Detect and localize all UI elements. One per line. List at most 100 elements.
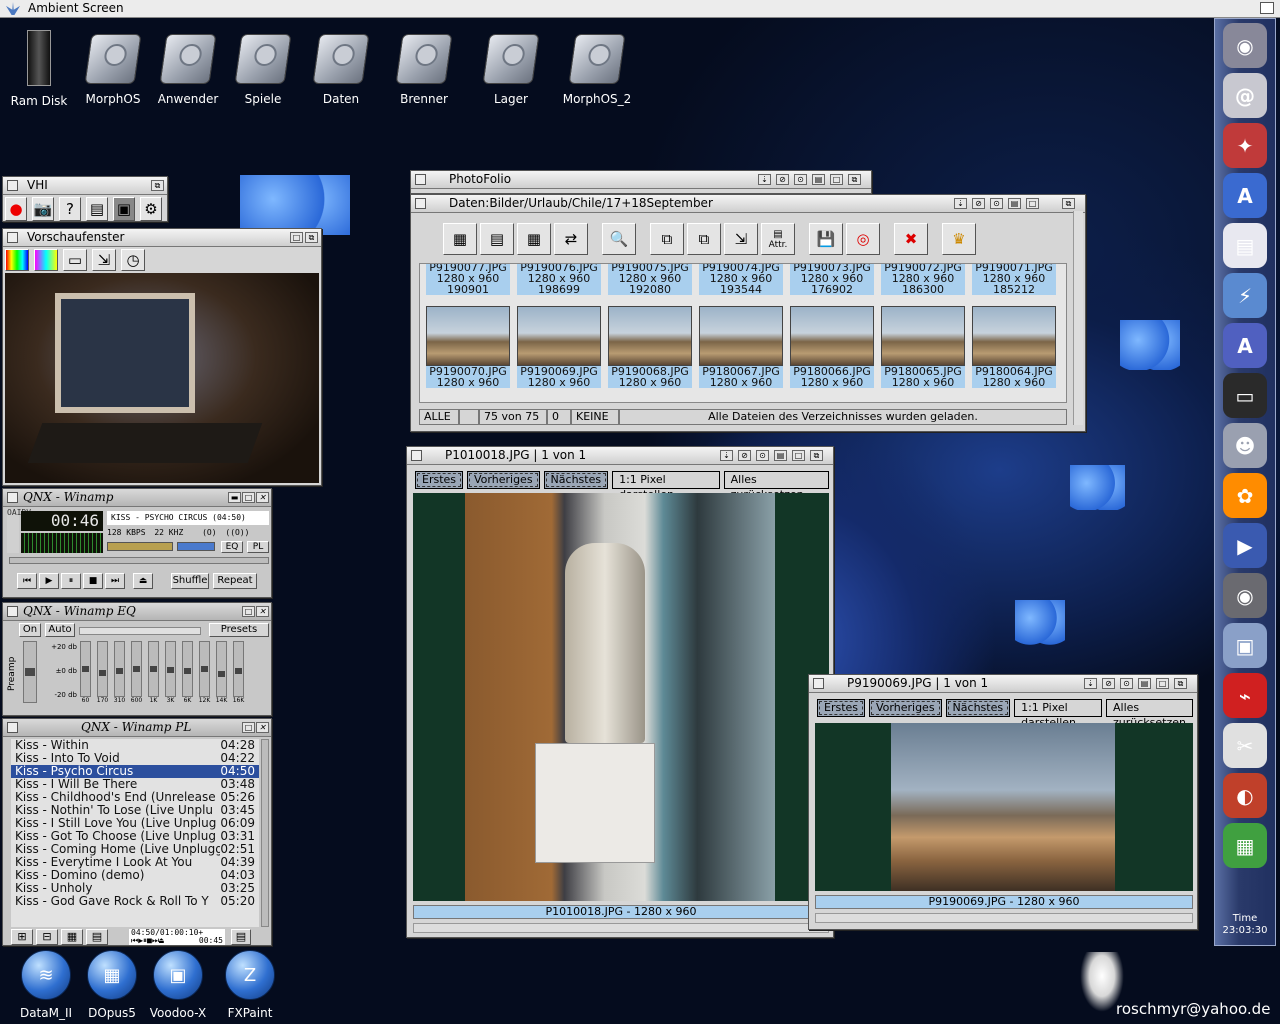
thumbnail-item[interactable]: P9180064.JPG 1280 x 960 [972, 306, 1056, 388]
photofolio-title-bar[interactable]: PhotoFolio ⇣ ⊘ ⊙ ▤ □ ⧉ [411, 171, 871, 189]
snapshot-gadget-icon[interactable]: ▤ [812, 174, 825, 185]
actual-pixels-button[interactable]: 1:1 Pixel darstellen [1014, 699, 1103, 729]
winamp-window[interactable]: QNX - Winamp ▬ □ ✕ OAIDV 00:46 KISS - PSYCH… [2, 488, 272, 598]
bottom-icon-voodoo[interactable]: ▣ Voodoo-X [142, 950, 214, 1020]
duplicate-icon[interactable]: ⧉ [687, 223, 721, 255]
eq-band[interactable]: 170 [96, 641, 109, 704]
thumbnail-item[interactable]: P9190072.JPG 1280 x 960 186300 [881, 264, 965, 295]
atc-icon[interactable]: A [1223, 173, 1267, 218]
playlist-misc-icon[interactable]: ▤ [86, 929, 108, 945]
playlist-add-icon[interactable]: ⊞ [11, 929, 33, 945]
radio-icon[interactable]: ▭ [1223, 373, 1267, 418]
preamp-slider[interactable] [23, 641, 37, 703]
iconify-icon[interactable]: ⇣ [758, 174, 771, 185]
depth-gadget[interactable]: ⧉ [305, 232, 318, 243]
eq-band-knob[interactable] [150, 666, 157, 672]
winamp-eq-title-bar[interactable]: QNX - Winamp EQ □ ✕ [3, 603, 271, 621]
winamp-eq-window[interactable]: QNX - Winamp EQ □ ✕ On Auto Presets Preamp… [2, 602, 272, 716]
first-button[interactable]: Erstes [415, 471, 464, 489]
screen-depth-icon[interactable] [1260, 2, 1274, 14]
thumbnail-item[interactable]: P9190075.JPG 1280 x 960 192080 [608, 264, 692, 295]
preview-window[interactable]: Vorschaufenster □ ⧉ ▭ ⇲ ◷ [2, 228, 322, 486]
thumbnail-item[interactable]: P9190071.JPG 1280 x 960 185212 [972, 264, 1056, 295]
bottom-icon-fxpaint[interactable]: Z FXPaint [214, 950, 286, 1020]
eq-band-slider[interactable] [182, 641, 193, 697]
eq-on-button[interactable]: On [19, 623, 41, 637]
monitor-icon[interactable]: ▭ [63, 249, 87, 271]
zoom-gadget[interactable]: □ [1156, 678, 1169, 689]
minimize-gadget[interactable]: ▬ [228, 492, 241, 503]
eq-presets-button[interactable]: Presets [209, 623, 269, 637]
thumbnail-item[interactable]: P9190077.JPG 1280 x 960 190901 [426, 264, 510, 295]
eq-band[interactable]: 16K [232, 641, 245, 704]
magnifier-icon[interactable]: 🔍 [602, 223, 636, 255]
play-icon[interactable]: ▶ [39, 573, 59, 589]
horizontal-scrollbar[interactable] [413, 923, 829, 933]
eq-band-slider[interactable] [233, 641, 244, 697]
eq-band-knob[interactable] [82, 666, 89, 672]
repeat-button[interactable]: Repeat [213, 573, 257, 589]
clutterbar[interactable]: OAIDV [7, 509, 31, 553]
viewer2-title-bar[interactable]: P9190069.JPG | 1 von 1 ⇣ ⊘ ⊙ ▤ □ ⧉ [809, 675, 1197, 693]
attributes-button[interactable]: ▤ Attr. [761, 223, 795, 255]
copy-icon[interactable]: ⧉ [650, 223, 684, 255]
desktop-icon-spiele[interactable]: Spiele [224, 34, 302, 106]
playlist-scrollbar[interactable] [261, 739, 269, 927]
lock-gadget-icon[interactable]: ⊙ [756, 450, 769, 461]
eq-band[interactable]: 3K [164, 641, 177, 704]
eq-band[interactable]: 1K [147, 641, 160, 704]
color-bars-icon[interactable] [5, 249, 29, 271]
shade-gadget[interactable]: □ [242, 492, 255, 503]
bottom-icon-datam[interactable]: ≋ DataM_II [10, 950, 82, 1020]
playlist-remove-icon[interactable]: ⊟ [36, 929, 58, 945]
chat-users-icon[interactable]: ☻ [1223, 423, 1267, 468]
thumbnail-item[interactable]: P9180065.JPG 1280 x 960 [881, 306, 965, 388]
thumbnail-view-icon[interactable]: ▦ [443, 223, 477, 255]
image-viewer-window-2[interactable]: P9190069.JPG | 1 von 1 ⇣ ⊘ ⊙ ▤ □ ⧉ Erstes Vor… [808, 674, 1198, 930]
eq-band[interactable]: 14K [215, 641, 228, 704]
playlist-toggle-button[interactable]: PL [247, 541, 269, 553]
close-gadget[interactable] [7, 180, 18, 191]
eq-band-knob[interactable] [116, 668, 123, 674]
tools-icon[interactable]: ⚙ [140, 197, 162, 221]
vhi-title-bar[interactable]: VHI ⧉ [3, 177, 167, 195]
reset-all-button[interactable]: Alles zurücksetzen [723, 471, 829, 501]
eq-band-slider[interactable] [97, 641, 108, 697]
settings-panel-icon[interactable]: ▤ [86, 197, 108, 221]
settings-gadget-icon[interactable]: ⊘ [972, 198, 985, 209]
thumbnail-item[interactable]: P9180067.JPG 1280 x 960 [699, 306, 783, 388]
desktop-icon-morphos[interactable]: MorphOS [74, 34, 152, 106]
clock-icon[interactable]: ◷ [121, 249, 145, 271]
time-display[interactable]: 00:46 [21, 511, 103, 531]
eq-auto-button[interactable]: Auto [45, 623, 75, 637]
eq-band-knob[interactable] [184, 668, 191, 674]
depth-gadget[interactable]: ⧉ [151, 180, 164, 191]
clock[interactable]: Time 23:03:30 [1215, 913, 1275, 937]
depth-gadget[interactable]: ⧉ [1062, 198, 1075, 209]
snapshot-gadget-icon[interactable]: ▤ [1008, 198, 1021, 209]
eq-band-knob[interactable] [235, 668, 242, 674]
record-icon[interactable]: ● [5, 197, 27, 221]
iconify-icon[interactable]: ⇣ [720, 450, 733, 461]
icq-flower-icon[interactable]: ✿ [1223, 473, 1267, 518]
zoom-gadget[interactable]: □ [1026, 198, 1039, 209]
thumbnail-item[interactable]: P9190068.JPG 1280 x 960 [608, 306, 692, 388]
close-gadget[interactable] [7, 492, 18, 503]
eq-band[interactable]: 600 [130, 641, 143, 704]
eq-band-knob[interactable] [133, 666, 140, 672]
voyager-icon[interactable]: ✦ [1223, 123, 1267, 168]
thumbnail-item[interactable]: P9190074.JPG 1280 x 960 193544 [699, 264, 783, 295]
playlist-select-icon[interactable]: ▦ [61, 929, 83, 945]
settings-gadget-icon[interactable]: ⊘ [738, 450, 751, 461]
eq-band[interactable]: 12K [198, 641, 211, 704]
image-canvas[interactable] [413, 493, 829, 901]
settings-gadget-icon[interactable]: ⊘ [1102, 678, 1115, 689]
eq-band-slider[interactable] [199, 641, 210, 697]
export-icon[interactable]: ⇲ [724, 223, 758, 255]
snapshot-gadget-icon[interactable]: ▤ [1138, 678, 1151, 689]
shade-gadget[interactable]: □ [242, 606, 255, 617]
pause-icon[interactable]: ⏸ [61, 573, 81, 589]
thumbnail-item[interactable]: P9190070.JPG 1280 x 960 [426, 306, 510, 388]
eq-band-slider[interactable] [148, 641, 159, 697]
next-button[interactable]: Nächstes [543, 471, 609, 489]
